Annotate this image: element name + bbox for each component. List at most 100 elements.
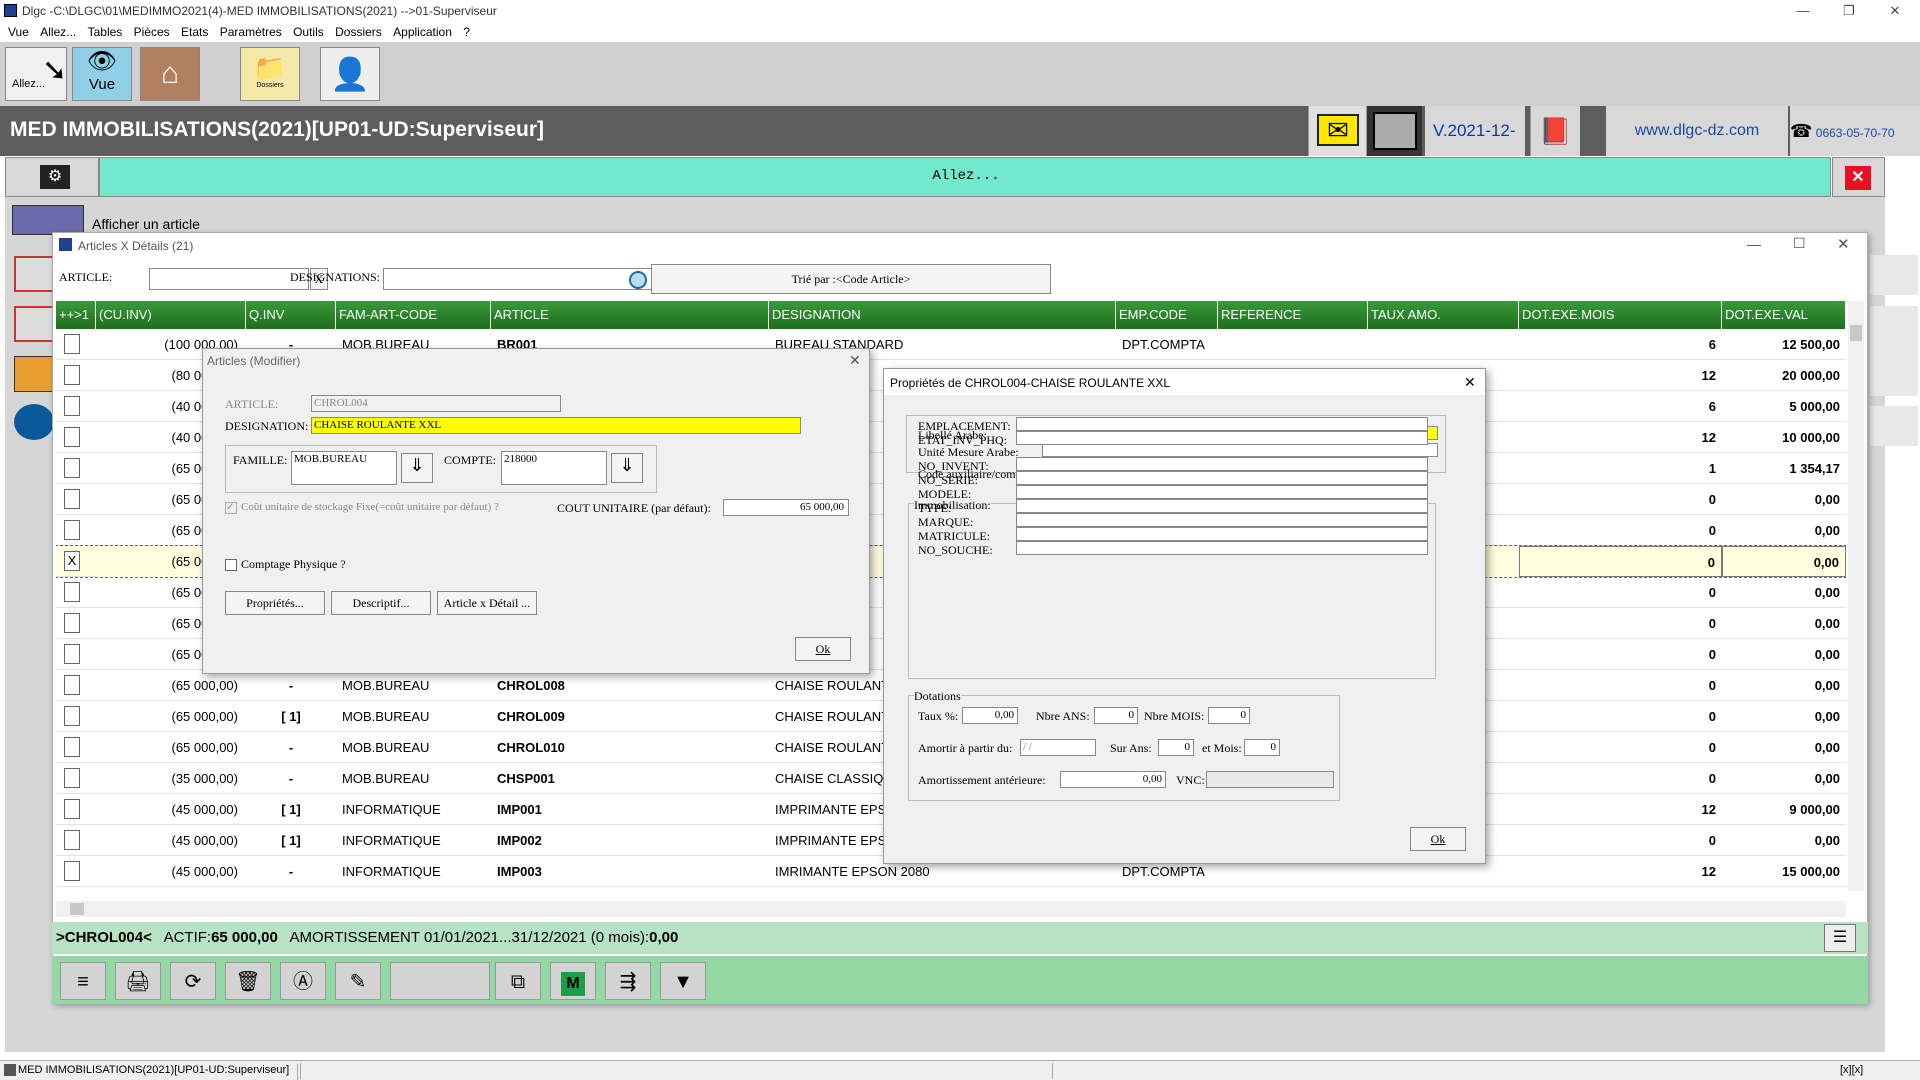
refresh-button[interactable]: ⟳ bbox=[170, 962, 216, 1000]
menu-pieces[interactable]: Pièces bbox=[134, 22, 170, 42]
amort-ant-field[interactable]: 0,00 bbox=[1060, 771, 1166, 788]
cout-unitaire-field[interactable]: 65 000,00 bbox=[723, 499, 849, 516]
row-checkbox[interactable] bbox=[64, 334, 80, 354]
immo-field-input[interactable] bbox=[1016, 513, 1428, 527]
row-checkbox[interactable] bbox=[64, 644, 80, 664]
side-button-2[interactable] bbox=[14, 306, 54, 342]
menu-vue[interactable]: Vue bbox=[8, 22, 29, 42]
row-checkbox[interactable] bbox=[64, 489, 80, 509]
select-text-button[interactable]: Ⓐ bbox=[280, 962, 326, 1000]
col-reference[interactable]: REFERENCE bbox=[1218, 301, 1368, 329]
comptage-checkbox[interactable] bbox=[225, 559, 237, 571]
col-dot-exe-mois[interactable]: DOT.EXE.MOIS bbox=[1519, 301, 1722, 329]
col-taux-amo[interactable]: TAUX AMO. bbox=[1368, 301, 1519, 329]
immo-field-input[interactable] bbox=[1016, 485, 1428, 499]
help-book-button[interactable]: 📕 bbox=[1530, 106, 1580, 156]
sort-button[interactable]: Trié par :<Code Article> bbox=[651, 264, 1051, 294]
row-checkbox[interactable] bbox=[64, 768, 80, 788]
properties-close-button[interactable]: ✕ bbox=[1464, 374, 1476, 391]
copy-button[interactable]: ⧉ bbox=[495, 962, 541, 1000]
col-article[interactable]: ARTICLE bbox=[491, 301, 769, 329]
properties-ok-button[interactable]: Ok bbox=[1410, 827, 1466, 851]
menu-application[interactable]: Application bbox=[393, 22, 452, 42]
row-checkbox[interactable] bbox=[64, 830, 80, 850]
nbre-ans-field[interactable]: 0 bbox=[1094, 707, 1138, 724]
maximize-button[interactable]: ❐ bbox=[1826, 0, 1872, 22]
row-checkbox[interactable] bbox=[64, 396, 80, 416]
menu-dossiers[interactable]: Dossiers bbox=[335, 22, 382, 42]
et-mois-field[interactable]: 0 bbox=[1244, 739, 1280, 756]
immo-field-input[interactable] bbox=[1016, 471, 1428, 485]
mail-merge-button[interactable]: M bbox=[550, 962, 596, 1000]
allez-bar[interactable]: Allez... bbox=[99, 157, 1831, 197]
article-ok-button[interactable]: Ok bbox=[795, 637, 851, 661]
unite-arabe-field[interactable] bbox=[1042, 443, 1438, 457]
menu-etats[interactable]: Etats bbox=[181, 22, 208, 42]
menu-parametres[interactable]: Paramètres bbox=[220, 22, 282, 42]
website-link[interactable]: www.dlgc-dz.com bbox=[1606, 106, 1788, 156]
dossiers-button[interactable]: 📁 Dossiers bbox=[240, 47, 300, 101]
row-checkbox[interactable] bbox=[64, 613, 80, 633]
row-checkbox[interactable] bbox=[64, 458, 80, 478]
article-detail-button[interactable]: Article x Détail ... bbox=[437, 591, 537, 615]
edit-selection-button[interactable]: ✎ bbox=[335, 962, 381, 1000]
allez-settings-button[interactable]: ⚙ bbox=[5, 157, 99, 197]
minimize-button[interactable]: — bbox=[1780, 0, 1826, 22]
row-checkbox[interactable] bbox=[64, 520, 80, 540]
grid-import-button[interactable]: ⇶ bbox=[605, 962, 651, 1000]
amortir-field[interactable]: / / bbox=[1020, 739, 1096, 756]
row-checkbox[interactable] bbox=[64, 582, 80, 602]
col-select[interactable]: ++>1 bbox=[56, 301, 96, 329]
row-checkbox[interactable] bbox=[64, 799, 80, 819]
immo-field-input[interactable] bbox=[1016, 499, 1428, 513]
close-allez-button[interactable]: ✕ bbox=[1832, 157, 1885, 197]
h-scroll-thumb[interactable] bbox=[70, 903, 84, 915]
vertical-scrollbar[interactable] bbox=[1848, 301, 1864, 891]
col-cu-inv[interactable]: (CU.INV) bbox=[96, 301, 246, 329]
user-button[interactable]: 👤 bbox=[320, 47, 380, 101]
designations-filter-input[interactable] bbox=[383, 268, 653, 290]
article-dialog-close-button[interactable]: ✕ bbox=[849, 352, 861, 369]
menu-tables[interactable]: Tables bbox=[88, 22, 123, 42]
taux-field[interactable]: 0,00 bbox=[962, 707, 1018, 724]
articles-close-button[interactable]: ✕ bbox=[1837, 235, 1850, 253]
col-emp-code[interactable]: EMP.CODE bbox=[1116, 301, 1218, 329]
immo-field-input[interactable] bbox=[1016, 457, 1428, 471]
row-checkbox[interactable] bbox=[64, 861, 80, 881]
filter-button[interactable]: ▼ bbox=[660, 962, 706, 1000]
delete-button[interactable]: 🗑 bbox=[225, 962, 271, 1000]
afficher-icon[interactable] bbox=[12, 205, 84, 235]
export-xls-button[interactable]: 🖨 bbox=[115, 962, 161, 1000]
immo-field-input[interactable] bbox=[1016, 431, 1428, 445]
article-filter-input[interactable] bbox=[149, 268, 309, 290]
row-checkbox[interactable] bbox=[64, 675, 80, 695]
col-fam-art-code[interactable]: FAM-ART-CODE bbox=[336, 301, 491, 329]
blank-button[interactable] bbox=[390, 962, 490, 1000]
menu-button[interactable]: ≡ bbox=[60, 962, 106, 1000]
row-checkbox[interactable] bbox=[64, 427, 80, 447]
col-q-inv[interactable]: Q.INV bbox=[246, 301, 336, 329]
designation-field[interactable]: CHAISE ROULANTE XXL bbox=[311, 417, 801, 434]
nbre-mois-field[interactable]: 0 bbox=[1208, 707, 1250, 724]
horizontal-scrollbar[interactable] bbox=[56, 901, 1846, 917]
row-checkbox[interactable] bbox=[64, 706, 80, 726]
articles-minimize-button[interactable]: — bbox=[1747, 236, 1761, 252]
sur-ans-field[interactable]: 0 bbox=[1158, 739, 1194, 756]
mail-button[interactable]: ✉ bbox=[1308, 106, 1366, 156]
side-button-4[interactable] bbox=[14, 404, 54, 440]
proprietes-button[interactable]: Propriétés... bbox=[225, 591, 325, 615]
col-dot-exe-val[interactable]: DOT.EXE.VAL bbox=[1722, 301, 1846, 329]
menu-outils[interactable]: Outils bbox=[293, 22, 324, 42]
compte-field[interactable]: 218000 bbox=[501, 451, 607, 485]
articles-maximize-button[interactable]: ☐ bbox=[1793, 235, 1806, 252]
close-window-button[interactable]: ✕ bbox=[1872, 0, 1918, 22]
house-tools-button[interactable]: ⌂ bbox=[140, 47, 200, 101]
cout-fixe-checkbox[interactable]: ✓ bbox=[225, 502, 237, 514]
immo-field-input[interactable] bbox=[1016, 541, 1428, 555]
row-checkbox[interactable]: X bbox=[64, 551, 80, 571]
immo-field-input[interactable] bbox=[1016, 527, 1428, 541]
sliders-button[interactable]: ☰ bbox=[1824, 924, 1856, 952]
side-button-1[interactable] bbox=[14, 256, 54, 292]
preview-eye-icon[interactable] bbox=[629, 271, 647, 289]
famille-field[interactable]: MOB.BUREAU bbox=[291, 451, 397, 485]
